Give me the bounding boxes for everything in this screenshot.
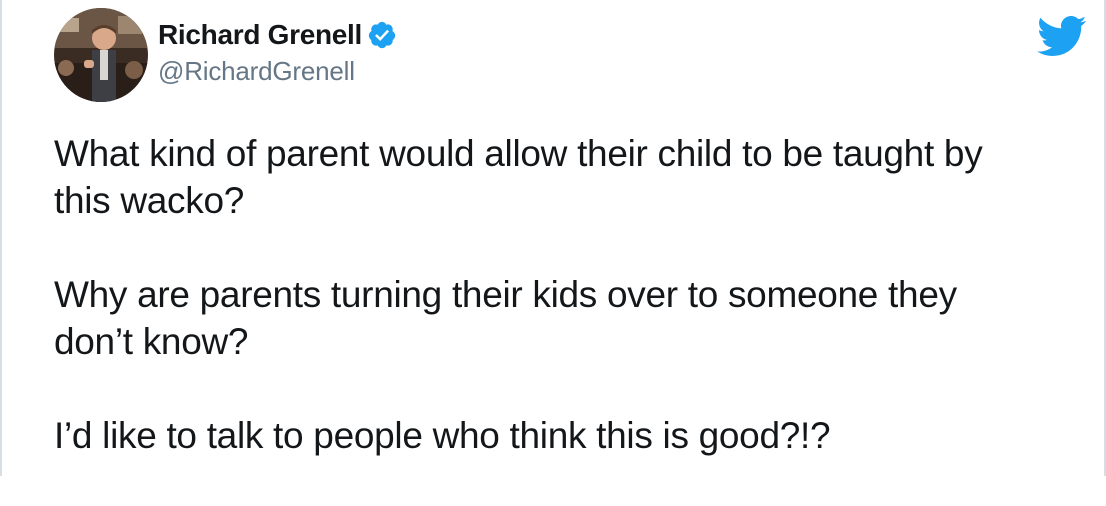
twitter-bird-icon[interactable] <box>1035 14 1087 58</box>
verified-badge-icon <box>367 20 397 50</box>
tweet-paragraph-3: I’d like to talk to people who think thi… <box>54 415 831 456</box>
tweet-paragraph-1: What kind of parent would allow their ch… <box>54 133 983 221</box>
name-row: Richard Grenell <box>158 14 397 56</box>
tweet-card: Richard Grenell @RichardGrenell What kin… <box>0 0 1106 476</box>
tweet-text: What kind of parent would allow their ch… <box>54 130 1084 506</box>
display-name[interactable]: Richard Grenell <box>158 19 362 51</box>
avatar[interactable] <box>54 8 148 102</box>
author-block: Richard Grenell @RichardGrenell <box>158 14 397 87</box>
avatar-photo <box>54 8 148 102</box>
tweet-paragraph-2: Why are parents turning their kids over … <box>54 274 957 362</box>
user-handle[interactable]: @RichardGrenell <box>158 56 397 87</box>
